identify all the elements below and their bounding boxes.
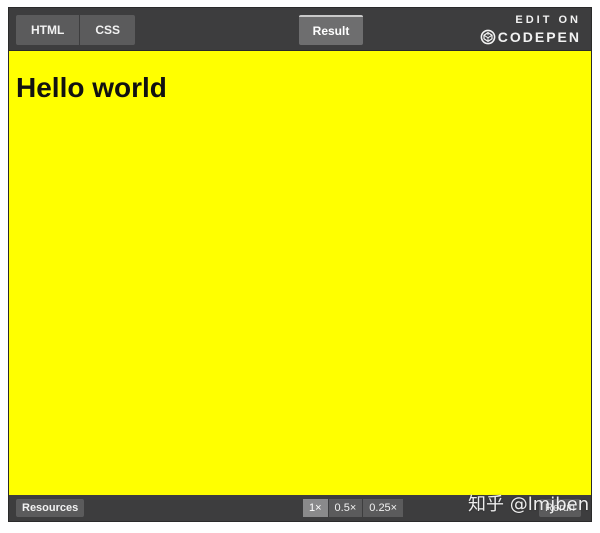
editor-tabs: HTML CSS bbox=[16, 15, 136, 45]
watermark: 知乎 @lmjben bbox=[468, 494, 590, 515]
resources-button[interactable]: Resources bbox=[16, 499, 85, 517]
edit-on-codepen-link[interactable]: EDIT ON CODEPEN bbox=[480, 14, 581, 45]
top-toolbar: HTML CSS Result EDIT ON CODEPEN bbox=[9, 8, 591, 50]
tab-html[interactable]: HTML bbox=[16, 15, 81, 45]
codepen-brand-label: CODEPEN bbox=[497, 29, 581, 45]
codepen-logo-icon bbox=[480, 29, 496, 45]
zoom-0-5x-button[interactable]: 0.5× bbox=[328, 499, 364, 517]
zoom-0-25x-button[interactable]: 0.25× bbox=[363, 499, 404, 517]
tab-result[interactable]: Result bbox=[299, 15, 363, 45]
edit-on-label: EDIT ON bbox=[515, 14, 581, 26]
result-heading: Hello world bbox=[16, 72, 167, 103]
zoom-controls: 1× 0.5× 0.25× bbox=[303, 499, 404, 517]
codepen-brand: CODEPEN bbox=[480, 29, 581, 45]
codepen-embed: HTML CSS Result EDIT ON CODEPEN Hello wo… bbox=[8, 7, 592, 522]
result-preview: Hello world bbox=[9, 50, 591, 495]
tab-css[interactable]: CSS bbox=[80, 15, 136, 45]
zoom-1x-button[interactable]: 1× bbox=[303, 499, 329, 517]
